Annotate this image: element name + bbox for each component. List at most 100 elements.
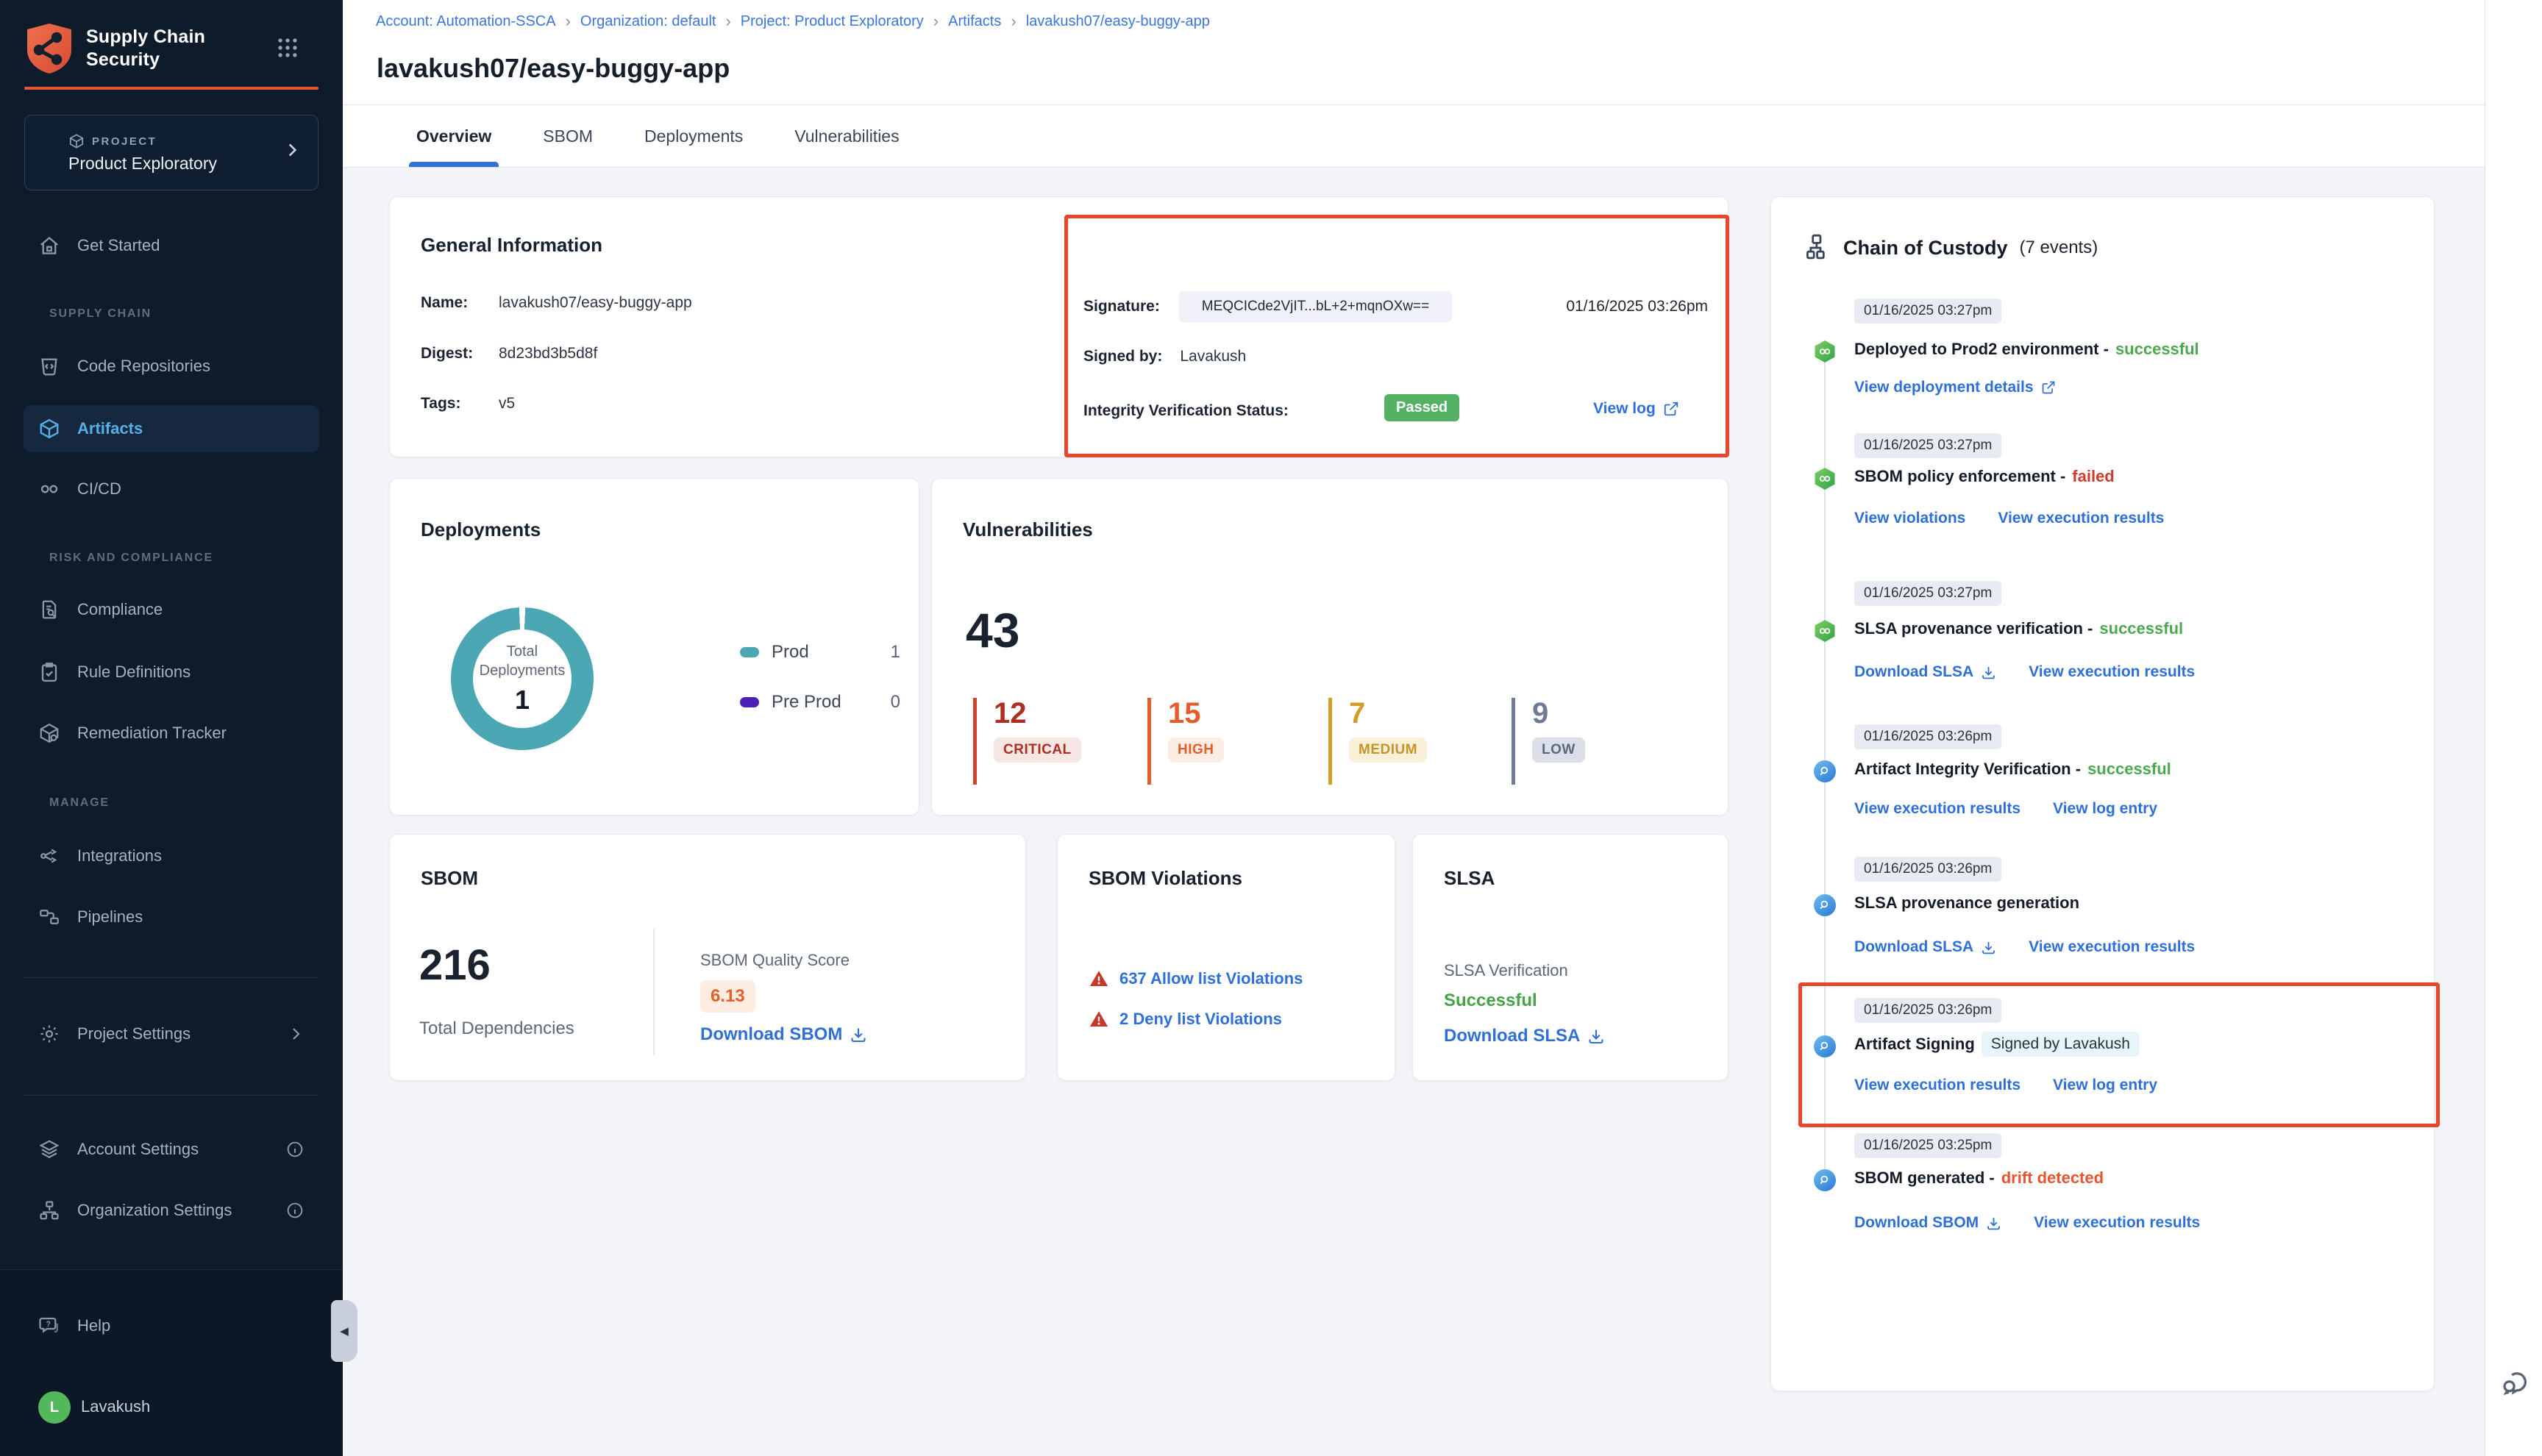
high-count: 15 bbox=[1168, 698, 1315, 729]
pipeline-boxes-icon bbox=[37, 904, 62, 929]
sidebar-item-label: Artifacts bbox=[77, 419, 143, 438]
view-execution-results-link[interactable]: View execution results bbox=[2034, 1214, 2200, 1232]
document-search-icon bbox=[37, 597, 62, 622]
deny-list-violations-row: 2 Deny list Violations bbox=[1089, 1009, 1282, 1029]
event-links: Download SLSA View execution results bbox=[1854, 663, 2195, 682]
sidebar-item-organization-settings[interactable]: Organization Settings bbox=[24, 1189, 319, 1232]
view-log-link[interactable]: View log bbox=[1593, 400, 1679, 418]
view-execution-results-link[interactable]: View execution results bbox=[1998, 510, 2164, 527]
brand-title: Supply Chain Security bbox=[86, 26, 205, 71]
sidebar: Supply Chain Security PROJECT Product bbox=[0, 0, 343, 1456]
sidebar-divider bbox=[24, 977, 319, 978]
sidebar-item-remediation-tracker[interactable]: Remediation Tracker bbox=[24, 712, 319, 754]
header: Account: Automation-SSCA › Organization:… bbox=[343, 0, 2542, 105]
view-execution-results-link[interactable]: View execution results bbox=[1854, 1077, 2021, 1094]
breadcrumb-artifacts[interactable]: Artifacts bbox=[948, 13, 1001, 30]
breadcrumb: Account: Automation-SSCA › Organization:… bbox=[376, 12, 1210, 31]
chain-of-custody-card: Chain of Custody (7 events) 01/16/2025 0… bbox=[1770, 196, 2435, 1391]
sidebar-item-label: Get Started bbox=[77, 236, 160, 255]
sidebar-item-account-settings[interactable]: Account Settings bbox=[24, 1128, 319, 1171]
tab-vulnerabilities[interactable]: Vulnerabilities bbox=[790, 105, 903, 167]
sidebar-item-label: Account Settings bbox=[77, 1140, 199, 1159]
sidebar-item-integrations[interactable]: Integrations bbox=[24, 835, 319, 877]
sidebar-collapse-handle[interactable]: ◀ bbox=[331, 1300, 357, 1362]
severity-low: 9 LOW bbox=[1512, 698, 1679, 785]
download-sbom-link[interactable]: Download SBOM bbox=[700, 1024, 867, 1045]
sidebar-item-pipelines[interactable]: Pipelines bbox=[24, 896, 319, 938]
app-logo-icon bbox=[24, 22, 74, 75]
right-rail bbox=[2485, 0, 2542, 1456]
signed-by-value: Lavakush bbox=[1180, 348, 1246, 365]
cube-patch-icon bbox=[37, 721, 62, 746]
signed-by-badge: Signed by Lavakush bbox=[1982, 1032, 2140, 1057]
sidebar-item-project-settings[interactable]: Project Settings bbox=[24, 1013, 319, 1055]
sbom-total: 216 bbox=[419, 941, 491, 990]
sidebar-item-artifacts[interactable]: Artifacts bbox=[24, 405, 319, 452]
view-execution-results-link[interactable]: View execution results bbox=[2029, 938, 2195, 956]
signed-by-row: Signed by: Lavakush bbox=[1083, 348, 1246, 365]
critical-badge: CRITICAL bbox=[994, 738, 1081, 763]
event-status: successful bbox=[2115, 340, 2199, 359]
apps-grid-icon[interactable] bbox=[275, 35, 300, 60]
sidebar-item-get-started[interactable]: Get Started bbox=[24, 224, 319, 267]
tags-label: Tags: bbox=[421, 395, 481, 413]
view-log-entry-link[interactable]: View log entry bbox=[2053, 800, 2157, 818]
download-sbom-link[interactable]: Download SBOM bbox=[1854, 1214, 2001, 1232]
feedback-chat-icon[interactable] bbox=[2499, 1366, 2532, 1400]
digest-label: Digest: bbox=[421, 345, 481, 363]
project-cube-icon bbox=[68, 133, 85, 149]
warning-icon bbox=[1089, 1009, 1109, 1029]
page-title: lavakush07/easy-buggy-app bbox=[377, 53, 730, 84]
deny-list-violations-link[interactable]: 2 Deny list Violations bbox=[1119, 1010, 1282, 1029]
view-execution-results-link[interactable]: View execution results bbox=[1854, 800, 2021, 818]
info-icon bbox=[285, 1140, 305, 1159]
download-slsa-link[interactable]: Download SLSA bbox=[1854, 938, 1996, 956]
sidebar-item-rule-definitions[interactable]: Rule Definitions bbox=[24, 651, 319, 693]
high-badge: HIGH bbox=[1168, 738, 1224, 763]
project-selector[interactable]: PROJECT Product Exploratory bbox=[24, 115, 318, 190]
avatar[interactable]: L bbox=[38, 1391, 71, 1424]
sidebar-item-help[interactable]: ? Help bbox=[24, 1305, 319, 1347]
download-slsa-link[interactable]: Download SLSA bbox=[1444, 1026, 1605, 1046]
view-log-entry-link[interactable]: View log entry bbox=[2053, 1077, 2157, 1094]
medium-badge: MEDIUM bbox=[1349, 738, 1427, 763]
link-icon bbox=[1814, 620, 1836, 642]
breadcrumb-organization[interactable]: Organization: default bbox=[580, 13, 716, 30]
signed-by-label: Signed by: bbox=[1083, 348, 1162, 365]
download-icon bbox=[1981, 940, 1996, 955]
view-execution-results-link[interactable]: View execution results bbox=[2029, 663, 2195, 681]
sidebar-item-cicd[interactable]: CI/CD bbox=[24, 468, 319, 510]
user-name[interactable]: Lavakush bbox=[81, 1397, 150, 1416]
sidebar-item-label: Code Repositories bbox=[77, 357, 210, 376]
breadcrumb-current[interactable]: lavakush07/easy-buggy-app bbox=[1026, 13, 1210, 30]
legend-value: 0 bbox=[891, 692, 900, 713]
chat-question-icon: ? bbox=[37, 1313, 62, 1338]
sidebar-item-label: Compliance bbox=[77, 600, 163, 619]
warning-icon bbox=[1089, 968, 1109, 989]
breadcrumb-account[interactable]: Account: Automation-SSCA bbox=[376, 13, 556, 30]
chain-of-custody-title: Chain of Custody bbox=[1843, 237, 2008, 260]
donut-center-label-2: Deployments bbox=[480, 661, 566, 680]
slsa-verification-label: SLSA Verification bbox=[1444, 961, 1568, 980]
sidebar-divider bbox=[24, 1095, 319, 1096]
chain-of-custody-header: Chain of Custody (7 events) bbox=[1805, 234, 2098, 262]
sitemap-icon bbox=[1805, 234, 1831, 262]
view-violations-link[interactable]: View violations bbox=[1854, 510, 1965, 527]
card-title: SBOM Violations bbox=[1089, 867, 1242, 890]
view-deployment-details-link[interactable]: View deployment details bbox=[1854, 379, 2056, 396]
low-badge: LOW bbox=[1532, 738, 1585, 763]
download-slsa-link[interactable]: Download SLSA bbox=[1854, 663, 1996, 681]
critical-count: 12 bbox=[994, 698, 1141, 729]
tab-sbom[interactable]: SBOM bbox=[538, 105, 597, 167]
sidebar-item-compliance[interactable]: Compliance bbox=[24, 588, 319, 631]
allow-list-violations-link[interactable]: 637 Allow list Violations bbox=[1119, 969, 1303, 988]
breadcrumb-project[interactable]: Project: Product Exploratory bbox=[741, 13, 924, 30]
digest-value: 8d23bd3b5d8f bbox=[499, 345, 597, 363]
infinity-icon bbox=[37, 477, 62, 502]
slsa-card: SLSA SLSA Verification Successful Downlo… bbox=[1412, 834, 1729, 1081]
breadcrumb-separator: › bbox=[566, 12, 571, 31]
event-links: Download SLSA View execution results bbox=[1854, 938, 2195, 957]
tab-deployments[interactable]: Deployments bbox=[640, 105, 747, 167]
tab-overview[interactable]: Overview bbox=[412, 105, 496, 167]
sidebar-item-code-repositories[interactable]: Code Repositories bbox=[24, 345, 319, 388]
